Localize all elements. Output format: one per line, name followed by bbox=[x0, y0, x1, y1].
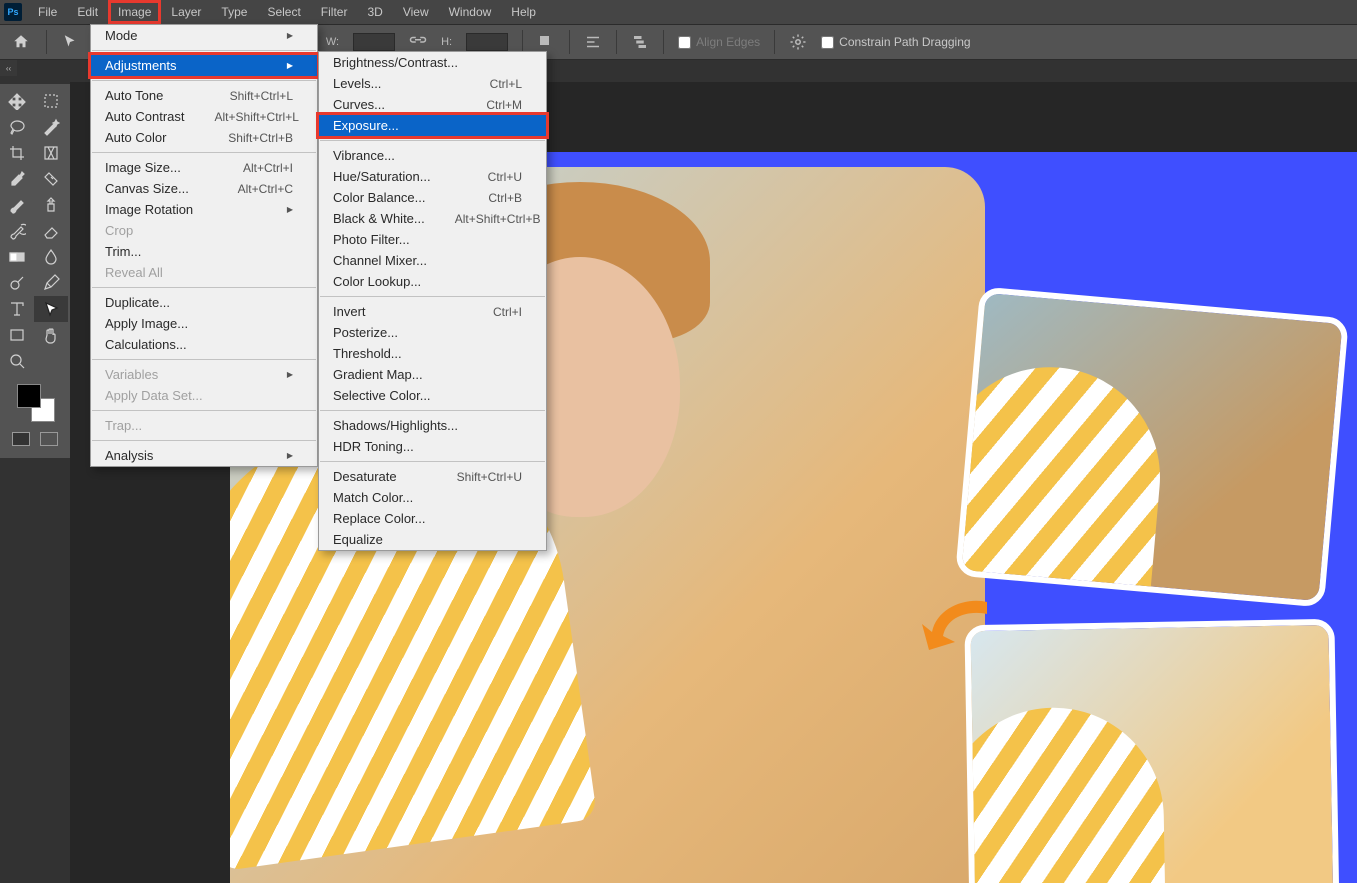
adjust-menu-vibrance[interactable]: Vibrance... bbox=[319, 145, 546, 166]
adjust-menu-hdr-toning[interactable]: HDR Toning... bbox=[319, 436, 546, 457]
image-menu-auto-contrast[interactable]: Auto ContrastAlt+Shift+Ctrl+L bbox=[91, 106, 317, 127]
image-menu-image-rotation[interactable]: Image Rotation bbox=[91, 199, 317, 220]
image-menu-calculations[interactable]: Calculations... bbox=[91, 334, 317, 355]
color-swatches[interactable] bbox=[15, 382, 55, 422]
tool-lasso[interactable] bbox=[0, 114, 34, 140]
tool-blur[interactable] bbox=[34, 244, 68, 270]
adjust-menu-curves[interactable]: Curves...Ctrl+M bbox=[319, 94, 546, 115]
menu-type[interactable]: Type bbox=[211, 0, 257, 24]
menu-file[interactable]: File bbox=[28, 0, 67, 24]
adjust-menu-exposure[interactable]: Exposure... bbox=[319, 115, 546, 136]
gear-icon[interactable] bbox=[789, 33, 807, 51]
menu-layer[interactable]: Layer bbox=[161, 0, 211, 24]
tool-healing[interactable] bbox=[34, 166, 68, 192]
link-icon[interactable] bbox=[409, 33, 427, 51]
quickmask-mode-button[interactable] bbox=[40, 432, 58, 446]
adjust-menu-equalize[interactable]: Equalize bbox=[319, 529, 546, 550]
menu-view[interactable]: View bbox=[393, 0, 439, 24]
align-edges-toggle[interactable]: Align Edges bbox=[678, 35, 760, 49]
home-icon[interactable] bbox=[10, 33, 32, 51]
image-menu: ModeAdjustmentsAuto ToneShift+Ctrl+LAuto… bbox=[90, 24, 318, 467]
standard-mode-button[interactable] bbox=[12, 432, 30, 446]
adjust-menu-posterize[interactable]: Posterize... bbox=[319, 322, 546, 343]
tool-history-brush[interactable] bbox=[0, 218, 34, 244]
image-menu-apply-data-set: Apply Data Set... bbox=[91, 385, 317, 406]
adjust-menu-threshold[interactable]: Threshold... bbox=[319, 343, 546, 364]
image-menu-canvas-size[interactable]: Canvas Size...Alt+Ctrl+C bbox=[91, 178, 317, 199]
image-menu-analysis[interactable]: Analysis bbox=[91, 445, 317, 466]
menu-filter[interactable]: Filter bbox=[311, 0, 358, 24]
adjust-menu-levels[interactable]: Levels...Ctrl+L bbox=[319, 73, 546, 94]
adjust-menu-black-white[interactable]: Black & White...Alt+Shift+Ctrl+B bbox=[319, 208, 546, 229]
adjust-menu-desaturate[interactable]: DesaturateShift+Ctrl+U bbox=[319, 466, 546, 487]
constrain-toggle[interactable]: Constrain Path Dragging bbox=[821, 35, 970, 49]
adjust-menu-replace-color[interactable]: Replace Color... bbox=[319, 508, 546, 529]
toolbox bbox=[0, 84, 70, 458]
adjust-menu-color-lookup[interactable]: Color Lookup... bbox=[319, 271, 546, 292]
thumbnail-top bbox=[955, 286, 1349, 607]
height-label: H: bbox=[441, 36, 452, 48]
tool-path-select[interactable] bbox=[34, 296, 68, 322]
panel-collapse-strip[interactable]: ‹‹ bbox=[0, 60, 17, 76]
image-menu-apply-image[interactable]: Apply Image... bbox=[91, 313, 317, 334]
adjust-menu-channel-mixer[interactable]: Channel Mixer... bbox=[319, 250, 546, 271]
menubar: Ps FileEditImageLayerTypeSelectFilter3DV… bbox=[0, 0, 1357, 24]
tool-crop[interactable] bbox=[0, 140, 34, 166]
arrow-cursor-icon[interactable] bbox=[61, 33, 79, 51]
tool-rectangle[interactable] bbox=[0, 322, 34, 348]
image-menu-reveal-all: Reveal All bbox=[91, 262, 317, 283]
tool-type[interactable] bbox=[0, 296, 34, 322]
image-menu-trap: Trap... bbox=[91, 415, 317, 436]
height-field[interactable] bbox=[466, 33, 508, 51]
path-ops-icon[interactable] bbox=[537, 33, 555, 51]
width-label: W: bbox=[326, 36, 339, 48]
tool-frame[interactable] bbox=[34, 140, 68, 166]
adjust-menu-selective-color[interactable]: Selective Color... bbox=[319, 385, 546, 406]
tool-zoom[interactable] bbox=[0, 348, 34, 374]
tool-dodge[interactable] bbox=[0, 270, 34, 296]
tool-gradient[interactable] bbox=[0, 244, 34, 270]
image-menu-adjustments[interactable]: Adjustments bbox=[91, 55, 317, 76]
width-field[interactable] bbox=[353, 33, 395, 51]
tool-brush[interactable] bbox=[0, 192, 34, 218]
tool-artboard[interactable] bbox=[34, 88, 68, 114]
arrow-icon bbox=[917, 592, 997, 652]
tool-clone[interactable] bbox=[34, 192, 68, 218]
image-menu-duplicate[interactable]: Duplicate... bbox=[91, 292, 317, 313]
image-menu-image-size[interactable]: Image Size...Alt+Ctrl+I bbox=[91, 157, 317, 178]
adjust-menu-hue-saturation[interactable]: Hue/Saturation...Ctrl+U bbox=[319, 166, 546, 187]
tool-move[interactable] bbox=[0, 88, 34, 114]
tool-eyedropper[interactable] bbox=[0, 166, 34, 192]
tool-pen[interactable] bbox=[34, 270, 68, 296]
arrange-icon[interactable] bbox=[631, 33, 649, 51]
adjust-menu-photo-filter[interactable]: Photo Filter... bbox=[319, 229, 546, 250]
adjustments-submenu: Brightness/Contrast...Levels...Ctrl+LCur… bbox=[318, 51, 547, 551]
adjust-menu-shadows-highlights[interactable]: Shadows/Highlights... bbox=[319, 415, 546, 436]
app-logo: Ps bbox=[4, 3, 22, 21]
image-menu-crop: Crop bbox=[91, 220, 317, 241]
menu-3d[interactable]: 3D bbox=[357, 0, 392, 24]
menu-image[interactable]: Image bbox=[108, 0, 161, 24]
tool-eraser[interactable] bbox=[34, 218, 68, 244]
adjust-menu-gradient-map[interactable]: Gradient Map... bbox=[319, 364, 546, 385]
menu-select[interactable]: Select bbox=[257, 0, 310, 24]
image-menu-variables: Variables bbox=[91, 364, 317, 385]
tool-hand[interactable] bbox=[34, 322, 68, 348]
align-icon[interactable] bbox=[584, 33, 602, 51]
menu-window[interactable]: Window bbox=[439, 0, 502, 24]
image-menu-auto-color[interactable]: Auto ColorShift+Ctrl+B bbox=[91, 127, 317, 148]
adjust-menu-color-balance[interactable]: Color Balance...Ctrl+B bbox=[319, 187, 546, 208]
image-menu-mode[interactable]: Mode bbox=[91, 25, 317, 46]
adjust-menu-invert[interactable]: InvertCtrl+I bbox=[319, 301, 546, 322]
menu-help[interactable]: Help bbox=[501, 0, 546, 24]
tool-magic-wand[interactable] bbox=[34, 114, 68, 140]
image-menu-trim[interactable]: Trim... bbox=[91, 241, 317, 262]
adjust-menu-match-color[interactable]: Match Color... bbox=[319, 487, 546, 508]
image-menu-auto-tone[interactable]: Auto ToneShift+Ctrl+L bbox=[91, 85, 317, 106]
adjust-menu-brightness-contrast[interactable]: Brightness/Contrast... bbox=[319, 52, 546, 73]
menu-edit[interactable]: Edit bbox=[67, 0, 108, 24]
thumbnail-bottom bbox=[964, 619, 1339, 883]
foreground-color-swatch[interactable] bbox=[17, 384, 41, 408]
